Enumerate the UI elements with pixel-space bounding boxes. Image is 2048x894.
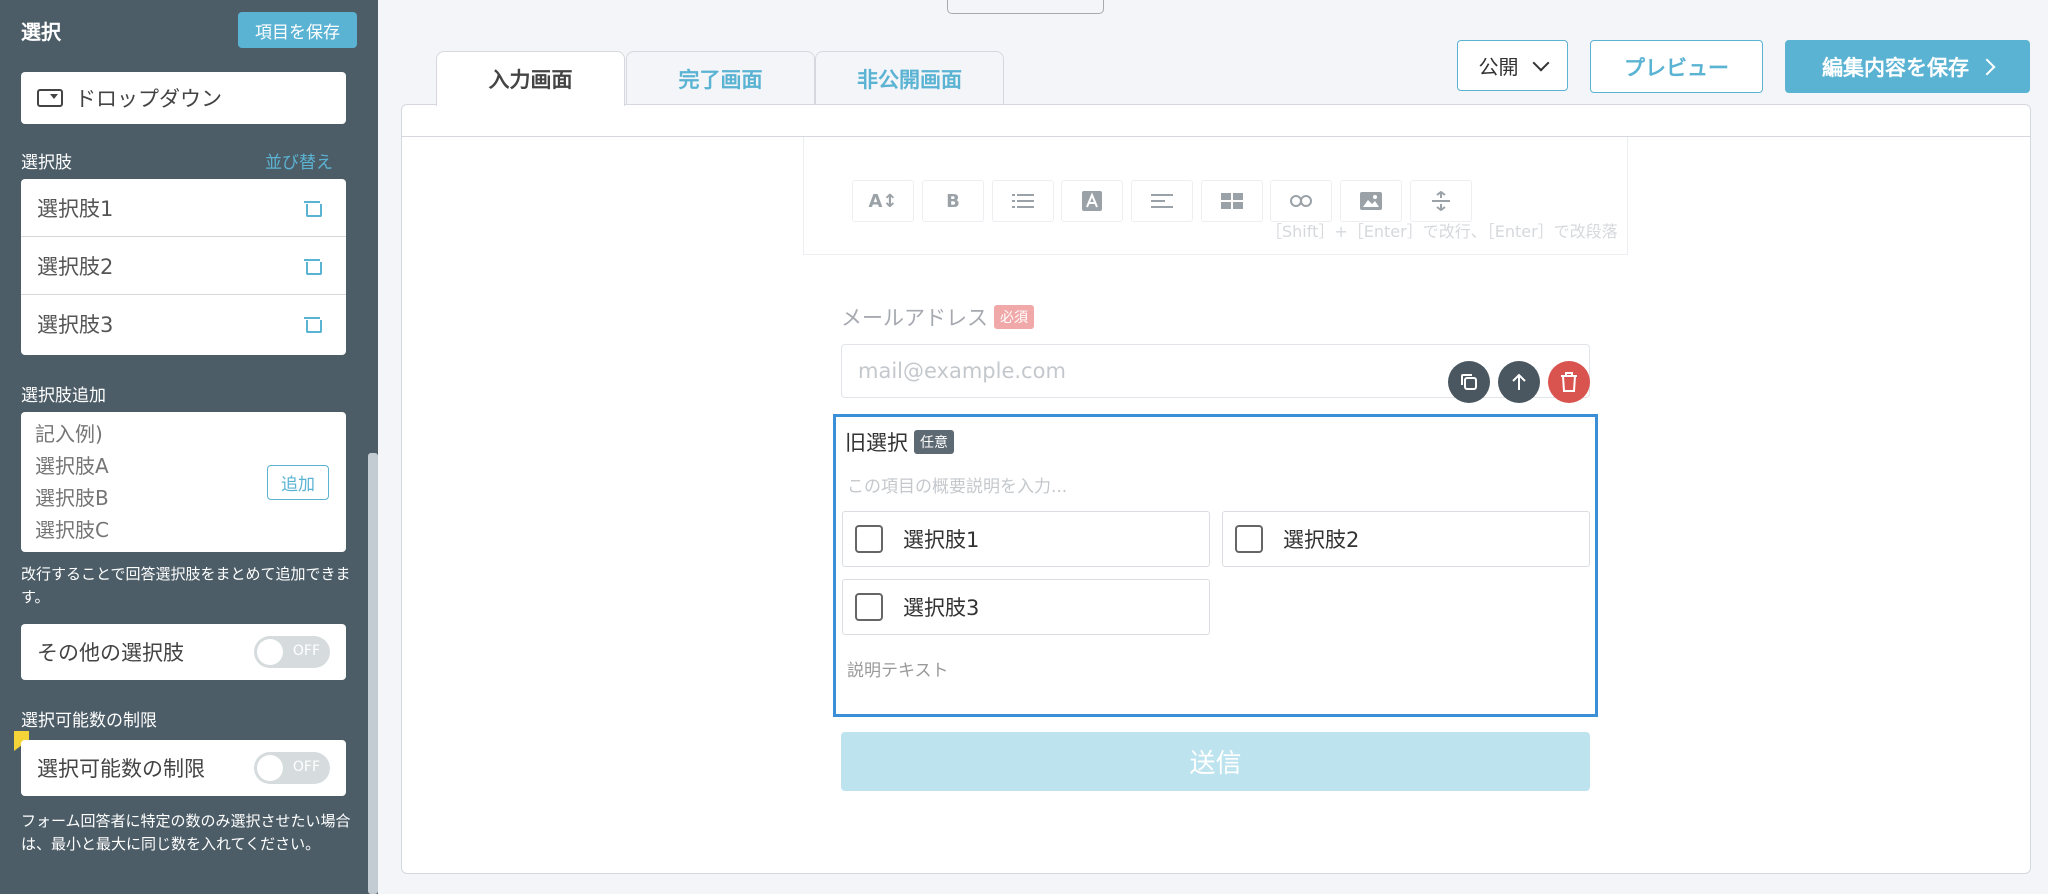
other-option-label: その他の選択肢: [37, 641, 184, 665]
table-icon[interactable]: [1201, 180, 1263, 222]
option-row[interactable]: 選択肢1: [21, 179, 346, 237]
selected-choice-field[interactable]: 旧選択 任意 この項目の概要説明を入力... 選択肢1 選択肢2 選択肢3 説明…: [833, 414, 1598, 717]
save-edits-button[interactable]: 編集内容を保存: [1785, 40, 2030, 93]
bold-icon[interactable]: B: [922, 180, 984, 222]
publish-status-label: 公開: [1478, 55, 1519, 79]
toggle-knob: [257, 639, 283, 665]
arrow-up-icon: [1512, 373, 1526, 390]
chevron-down-icon: [1532, 54, 1549, 71]
toggle-knob: [257, 755, 283, 781]
add-options-label: 選択肢追加: [21, 386, 106, 406]
limit-row: 選択可能数の制限 OFF: [21, 740, 346, 796]
option-label[interactable]: 選択肢1: [37, 193, 113, 223]
field-type-label: ドロップダウン: [75, 87, 222, 111]
toggle-state: OFF: [292, 643, 320, 659]
choice-label: 選択肢2: [1283, 528, 1360, 552]
tab-input-screen[interactable]: 入力画面: [436, 51, 625, 106]
option-label[interactable]: 選択肢2: [37, 251, 113, 281]
editor-top-band: [401, 104, 2031, 137]
optional-badge: 任意: [914, 430, 954, 454]
save-item-button[interactable]: 項目を保存: [238, 12, 357, 48]
sidebar-title: 選択: [21, 20, 61, 44]
choice-option[interactable]: 選択肢2: [1222, 511, 1590, 567]
dropdown-icon: [37, 89, 63, 107]
list-icon[interactable]: [992, 180, 1054, 222]
choice-option[interactable]: 選択肢3: [842, 579, 1210, 635]
choice-field-description[interactable]: この項目の概要説明を入力...: [847, 472, 1067, 497]
option-label[interactable]: 選択肢3: [37, 309, 113, 339]
option-row[interactable]: 選択肢3: [21, 295, 346, 353]
trash-icon[interactable]: [304, 200, 322, 217]
choice-label: 選択肢1: [903, 528, 980, 552]
sort-options-link[interactable]: 並び替え: [265, 148, 333, 173]
checkbox[interactable]: [855, 525, 883, 553]
link-icon[interactable]: [1270, 180, 1332, 222]
submit-button[interactable]: 送信: [841, 732, 1590, 791]
email-label-text: メールアドレス: [841, 306, 988, 330]
required-badge: 必須: [994, 305, 1034, 329]
move-up-button[interactable]: [1498, 361, 1540, 403]
email-field-label: メールアドレス 必須: [841, 302, 1034, 332]
settings-sidebar: 選択 項目を保存 ドロップダウン 選択肢 並び替え 選択肢1 選択肢2 選択肢3…: [0, 0, 378, 894]
limit-toggle[interactable]: OFF: [254, 752, 330, 784]
font-size-icon[interactable]: A↕: [852, 180, 914, 222]
choice-field-title-text: 旧選択: [845, 431, 908, 455]
image-icon[interactable]: [1340, 180, 1402, 222]
top-collapsed-element: [947, 0, 1104, 14]
help-text[interactable]: 説明テキスト: [847, 656, 949, 681]
publish-status-dropdown[interactable]: 公開: [1457, 40, 1568, 91]
add-options-textarea[interactable]: [35, 418, 277, 546]
email-placeholder: mail@example.com: [858, 359, 1066, 383]
limit-label: 選択可能数の制限: [37, 757, 205, 781]
preview-button[interactable]: プレビュー: [1590, 40, 1763, 93]
toolbar-hint: ［Shift］+［Enter］で改行、［Enter］で改段落: [1266, 222, 1618, 241]
duplicate-button[interactable]: [1448, 361, 1490, 403]
divider-icon[interactable]: [1410, 180, 1472, 222]
add-options-button[interactable]: 追加: [267, 465, 329, 500]
option-row[interactable]: 選択肢2: [21, 237, 346, 295]
sidebar-scrollbar[interactable]: [368, 453, 378, 894]
tab-private-screen[interactable]: 非公開画面: [815, 51, 1004, 105]
delete-field-button[interactable]: [1548, 361, 1590, 403]
limit-section-label: 選択可能数の制限: [21, 711, 157, 731]
tab-complete-screen[interactable]: 完了画面: [626, 51, 815, 105]
choice-option[interactable]: 選択肢1: [842, 511, 1210, 567]
limit-note: フォーム回答者に特定の数のみ選択させたい場合は、最小と最大に同じ数を入れてくださ…: [21, 812, 351, 853]
bold-glyph: B: [946, 190, 960, 212]
checkbox[interactable]: [855, 593, 883, 621]
text-color-icon[interactable]: [1061, 180, 1123, 222]
choice-field-title: 旧選択 任意: [845, 427, 954, 457]
font-size-glyph: A↕: [868, 190, 898, 212]
add-options-card: 追加: [21, 412, 346, 552]
trash-icon[interactable]: [304, 258, 322, 275]
save-edits-label: 編集内容を保存: [1822, 55, 1969, 80]
trash-icon[interactable]: [304, 317, 322, 333]
other-option-row: その他の選択肢 OFF: [21, 624, 346, 680]
align-icon[interactable]: [1131, 180, 1193, 222]
field-type-select[interactable]: ドロップダウン: [21, 72, 346, 124]
add-options-note: 改行することで回答選択肢をまとめて追加できます。: [21, 565, 351, 606]
copy-icon: [1461, 374, 1477, 390]
choice-label: 選択肢3: [903, 596, 980, 620]
toggle-state: OFF: [292, 759, 320, 775]
chevron-right-icon: [1978, 58, 1996, 75]
options-list: 選択肢1 選択肢2 選択肢3: [21, 179, 346, 355]
checkbox[interactable]: [1235, 525, 1263, 553]
trash-icon: [1561, 372, 1577, 392]
other-option-toggle[interactable]: OFF: [254, 636, 330, 668]
options-section-label: 選択肢: [21, 153, 72, 173]
